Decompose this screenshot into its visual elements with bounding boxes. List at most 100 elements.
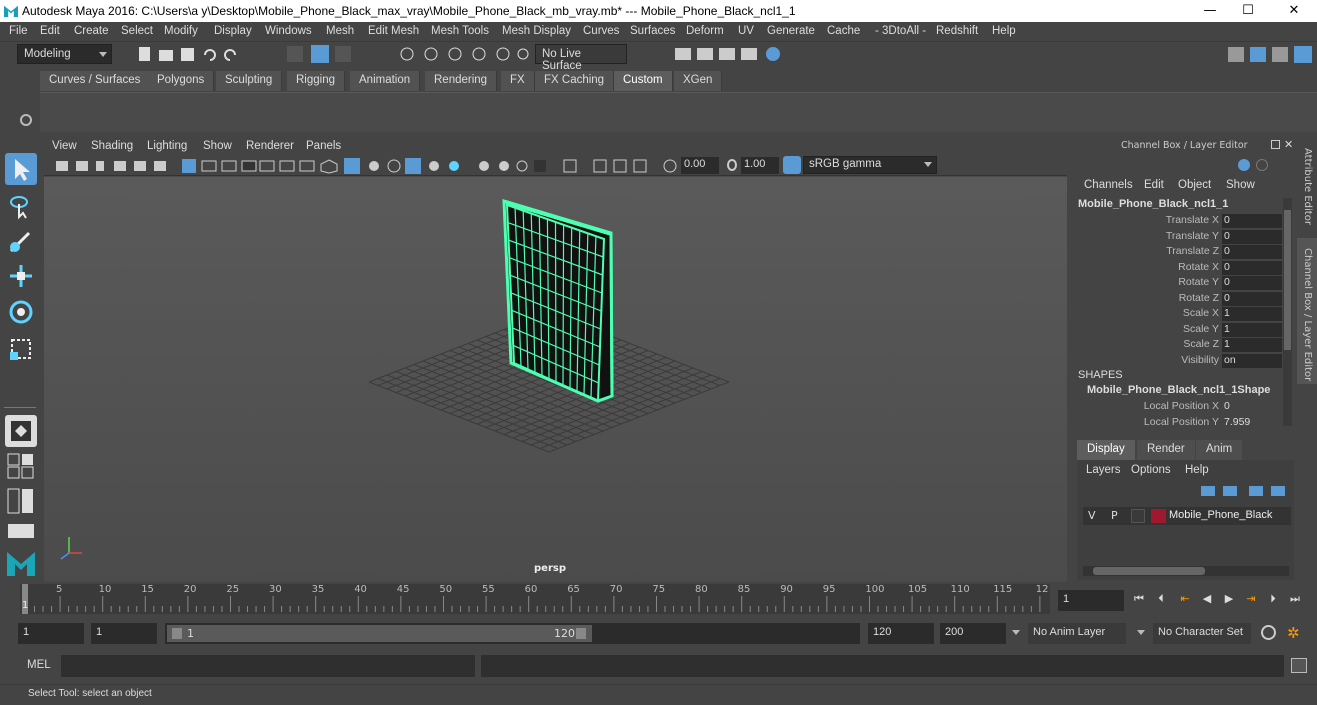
- auto-key-icon[interactable]: [1261, 625, 1276, 640]
- tab-custom[interactable]: Custom: [614, 71, 673, 91]
- channel-row[interactable]: Scale X1: [1078, 307, 1282, 322]
- tool-settings-toggle-icon[interactable]: [1272, 47, 1288, 62]
- channel-row[interactable]: Scale Y1: [1078, 322, 1282, 338]
- mel-input[interactable]: [61, 655, 475, 677]
- channel-value[interactable]: 0: [1222, 291, 1282, 306]
- open-scene-icon[interactable]: [159, 50, 173, 61]
- move-layer-up-icon[interactable]: [1201, 486, 1215, 496]
- gamma-field[interactable]: 1.00: [741, 157, 779, 174]
- tab-sculpting[interactable]: Sculpting: [216, 71, 283, 91]
- channel-row[interactable]: Translate Z0: [1078, 245, 1282, 260]
- channel-label[interactable]: Scale Z: [1183, 338, 1219, 350]
- field-chart-icon[interactable]: [259, 160, 275, 172]
- cb-menu-channels[interactable]: Channels: [1084, 179, 1133, 191]
- new-layer-selected-icon[interactable]: [1271, 486, 1285, 496]
- menu-modify[interactable]: Modify: [164, 25, 198, 37]
- channel-label[interactable]: Rotate Y: [1178, 276, 1219, 288]
- channel-row[interactable]: Scale Z1: [1078, 338, 1282, 353]
- xray-joints-icon[interactable]: [593, 159, 607, 173]
- snap-live-icon[interactable]: [517, 48, 529, 60]
- playback-start-field[interactable]: 1: [91, 623, 157, 644]
- step-back-key-icon[interactable]: ⏴: [1154, 592, 1168, 606]
- gate-mask-icon[interactable]: [241, 160, 257, 172]
- snap-point-icon[interactable]: [448, 47, 462, 61]
- channel-box-mode-icon[interactable]: [1238, 159, 1250, 171]
- backface-culling-icon[interactable]: [633, 159, 647, 173]
- channel-value[interactable]: 0: [1222, 229, 1282, 244]
- channel-label[interactable]: Rotate Z: [1179, 292, 1219, 304]
- minimize-button[interactable]: —: [1195, 2, 1225, 20]
- two-view-layout-button[interactable]: [5, 487, 37, 515]
- menu-display[interactable]: Display: [214, 25, 252, 37]
- anim-layer-selector[interactable]: No Anim Layer: [1028, 623, 1126, 644]
- layer-name[interactable]: Mobile_Phone_Black: [1169, 509, 1272, 521]
- channel-value[interactable]: 0: [1222, 245, 1282, 259]
- channel-label[interactable]: Rotate X: [1178, 261, 1219, 273]
- use-lights-icon[interactable]: [429, 161, 439, 171]
- menu-edit-mesh[interactable]: Edit Mesh: [368, 25, 419, 37]
- menu-generate[interactable]: Generate: [767, 25, 815, 37]
- tab-anim[interactable]: Anim: [1196, 440, 1243, 460]
- layer-visibility-toggle[interactable]: V: [1088, 509, 1096, 522]
- image-plane-icon[interactable]: [114, 161, 126, 171]
- mel-label[interactable]: MEL: [27, 659, 51, 671]
- tab-curves-surfaces[interactable]: Curves / Surfaces: [40, 71, 151, 91]
- single-view-layout-button[interactable]: [5, 415, 37, 447]
- menu-file[interactable]: File: [9, 25, 28, 37]
- tab-render[interactable]: Render: [1137, 440, 1195, 460]
- 2d-pan-zoom-icon[interactable]: [134, 161, 146, 171]
- layer-playback-toggle[interactable]: P: [1111, 509, 1118, 522]
- ipr-render-icon[interactable]: [719, 48, 735, 60]
- channel-row[interactable]: Translate Y0: [1078, 229, 1282, 245]
- channel-row[interactable]: Visibility on: [1078, 353, 1282, 369]
- menu-cache[interactable]: Cache: [827, 25, 860, 37]
- select-hierarchy-icon[interactable]: [287, 46, 303, 62]
- scale-tool-button[interactable]: [5, 333, 37, 365]
- tab-display[interactable]: Display: [1077, 440, 1135, 460]
- tab-rigging[interactable]: Rigging: [287, 71, 345, 91]
- menu-edit[interactable]: Edit: [40, 25, 60, 37]
- float-panel-icon[interactable]: [1271, 140, 1280, 149]
- animation-preferences-icon[interactable]: ✲: [1287, 624, 1305, 642]
- camera-select-icon[interactable]: [56, 161, 68, 171]
- vp-menu-lighting[interactable]: Lighting: [147, 140, 187, 152]
- channel-box-toggle-icon[interactable]: [1250, 47, 1266, 62]
- menu-redshift[interactable]: Redshift: [936, 25, 978, 37]
- vp-menu-show[interactable]: Show: [203, 140, 232, 152]
- channel-label[interactable]: Translate X: [1166, 214, 1219, 226]
- cb-menu-edit[interactable]: Edit: [1144, 179, 1164, 191]
- menu-3dtoall[interactable]: - 3DtoAll -: [875, 25, 926, 37]
- menu-help[interactable]: Help: [992, 25, 1016, 37]
- layer-type-toggle[interactable]: [1131, 509, 1145, 523]
- attribute-editor-tab[interactable]: Attribute Editor: [1302, 148, 1313, 225]
- channel-label[interactable]: Translate Y: [1166, 230, 1219, 242]
- channel-value[interactable]: 1: [1222, 322, 1282, 337]
- shape-channel-row[interactable]: Local Position X0: [1078, 400, 1282, 415]
- play-backwards-icon[interactable]: ◀: [1200, 592, 1214, 606]
- ambient-occlusion-icon[interactable]: [479, 161, 489, 171]
- channel-box-layer-editor-tab[interactable]: Channel Box / Layer Editor: [1302, 248, 1313, 381]
- select-component-icon[interactable]: [335, 46, 351, 62]
- tab-rendering[interactable]: Rendering: [425, 71, 498, 91]
- render-view-icon[interactable]: [741, 48, 757, 60]
- chevron-down-icon[interactable]: [1137, 630, 1145, 635]
- new-scene-icon[interactable]: [139, 47, 150, 61]
- depth-of-field-icon[interactable]: [534, 160, 546, 172]
- step-back-frame-icon[interactable]: ⇤: [1178, 592, 1192, 606]
- channel-value[interactable]: 0: [1222, 400, 1282, 414]
- shadows-icon[interactable]: [449, 161, 459, 171]
- layer-hscrollbar[interactable]: [1083, 566, 1289, 576]
- menu-mesh-display[interactable]: Mesh Display: [502, 25, 571, 37]
- tab-xgen[interactable]: XGen: [674, 71, 723, 91]
- channel-row[interactable]: Rotate Z0: [1078, 291, 1282, 307]
- xray-icon[interactable]: [405, 158, 421, 174]
- paint-select-tool-button[interactable]: [5, 225, 37, 257]
- channel-value[interactable]: 0: [1222, 214, 1282, 228]
- menu-mesh[interactable]: Mesh: [326, 25, 354, 37]
- vp-menu-shading[interactable]: Shading: [91, 140, 133, 152]
- bookmark-icon[interactable]: [96, 161, 104, 171]
- close-button[interactable]: ✕: [1279, 2, 1309, 20]
- channel-row[interactable]: Rotate X0: [1078, 260, 1282, 276]
- menu-uv[interactable]: UV: [738, 25, 754, 37]
- mode-selector[interactable]: Modeling: [17, 44, 112, 64]
